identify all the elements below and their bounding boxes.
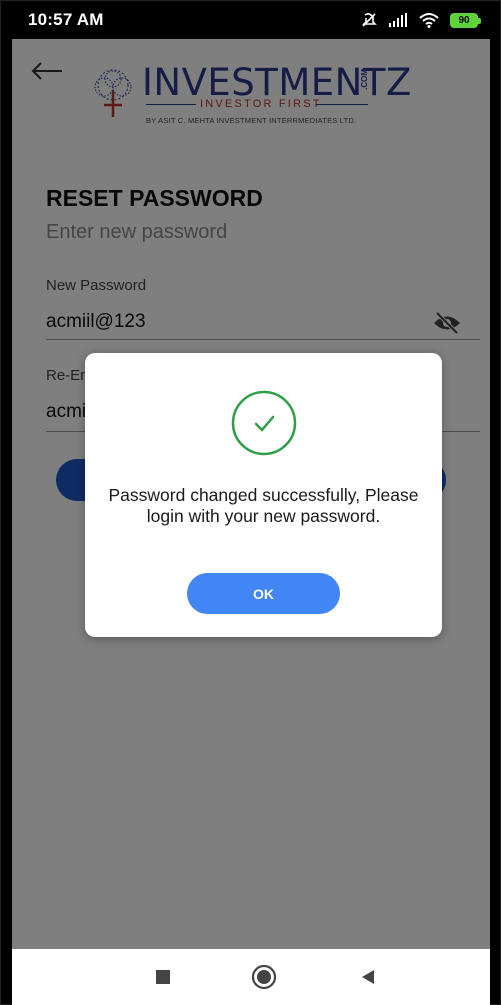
battery-level: 90 [458, 14, 470, 26]
home-circle-icon[interactable] [251, 964, 277, 990]
check-circle-icon [231, 390, 297, 456]
battery-icon: 90 [450, 12, 481, 28]
ok-button[interactable]: OK [187, 573, 340, 614]
screen: 10:57 AM 90 Password changed successfull… [12, 1, 490, 1005]
back-triangle-icon[interactable] [356, 965, 380, 989]
recents-square-icon[interactable] [151, 965, 175, 989]
wifi-icon [419, 13, 439, 28]
alarm-off-icon [362, 13, 377, 27]
dialog-message: Password changed successfully, Please lo… [108, 485, 419, 526]
success-dialog: Password changed successfully, Please lo… [85, 353, 442, 637]
status-time: 10:57 AM [28, 10, 104, 29]
status-icons: 90 [360, 12, 481, 28]
navigation-bar [12, 949, 490, 1005]
status-bar: 10:57 AM 90 [12, 1, 490, 39]
signal-icon [389, 13, 407, 27]
phone-frame: 10:57 AM 90 Password changed successfull… [0, 0, 501, 1005]
